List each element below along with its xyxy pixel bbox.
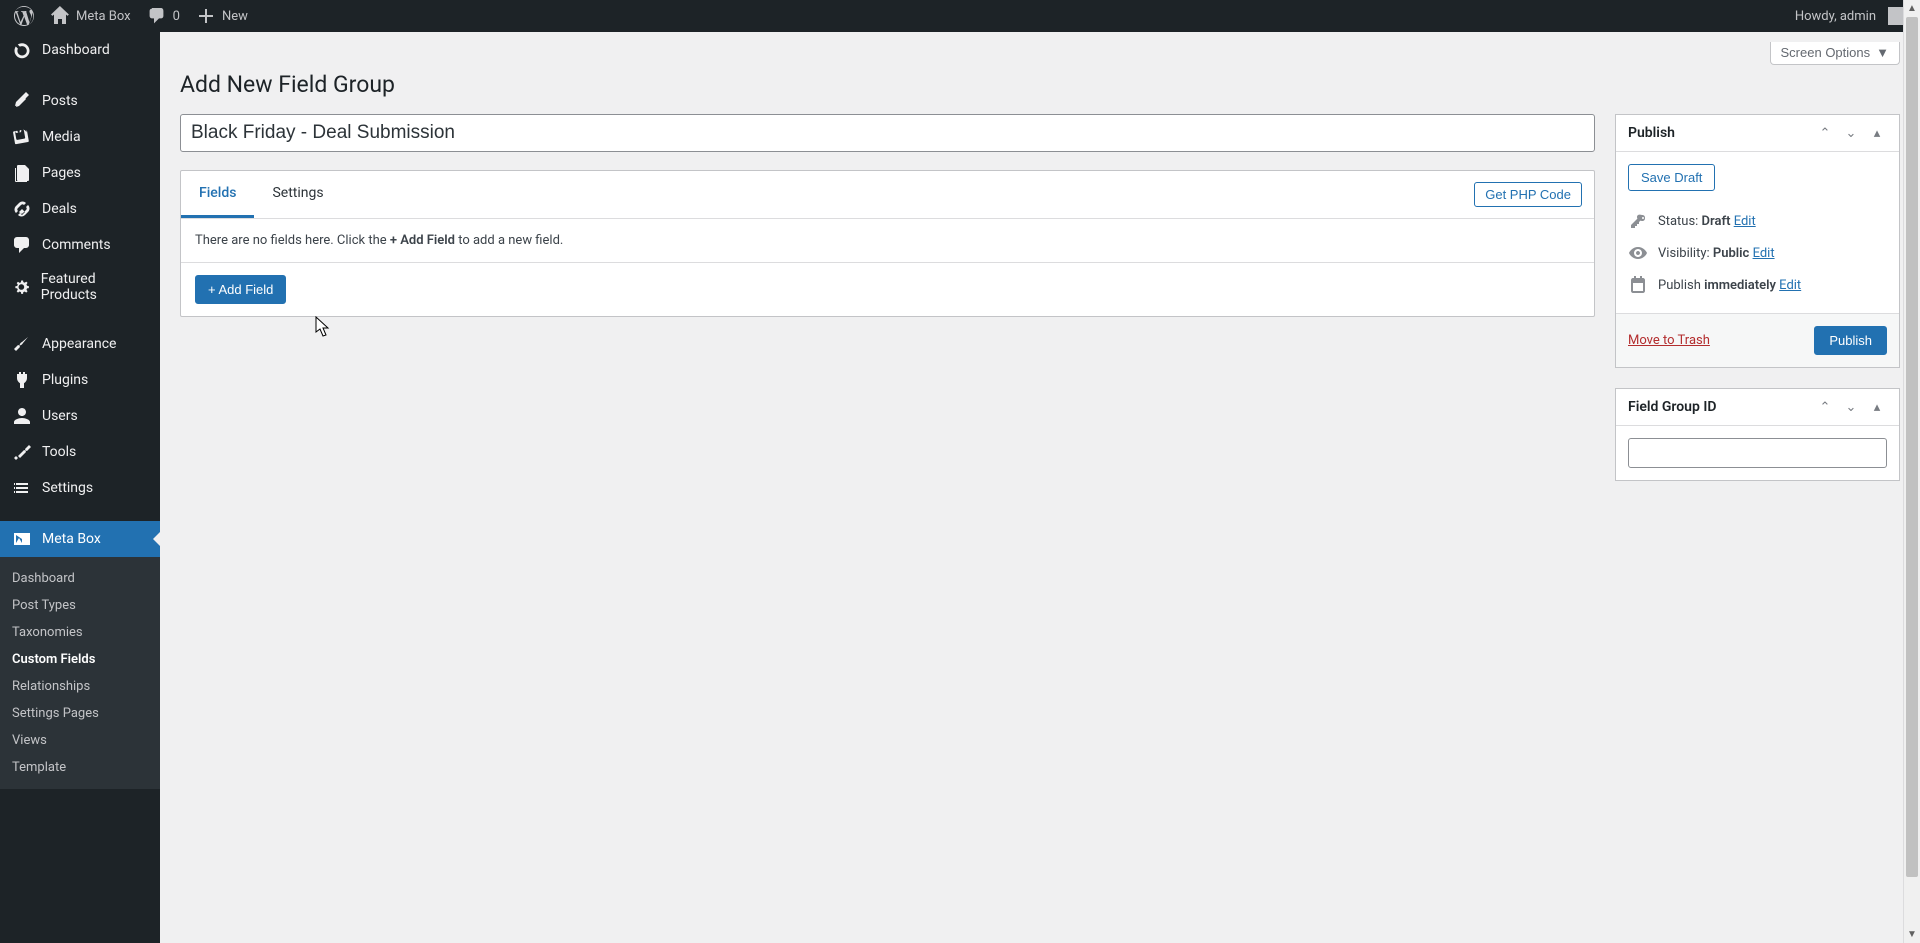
menu-media[interactable]: Media (0, 119, 160, 155)
menu-comments[interactable]: Comments (0, 227, 160, 263)
menu-label: Users (42, 408, 78, 424)
menu-label: Dashboard (42, 42, 110, 58)
scroll-up-arrow-icon[interactable]: ▲ (1904, 0, 1920, 17)
submenu-custom-fields[interactable]: Custom Fields (0, 646, 160, 673)
edit-schedule-link[interactable]: Edit (1779, 278, 1801, 293)
submenu-settings-pages[interactable]: Settings Pages (0, 700, 160, 727)
submenu-taxonomies[interactable]: Taxonomies (0, 619, 160, 646)
save-draft-button[interactable]: Save Draft (1628, 164, 1715, 191)
site-name[interactable]: Meta Box (42, 0, 139, 32)
menu-metabox[interactable]: Meta Box (0, 521, 160, 557)
field-group-title-input[interactable] (180, 114, 1595, 152)
menu-label: Deals (42, 201, 77, 217)
link-icon (12, 199, 32, 219)
pin-icon (12, 91, 32, 111)
menu-appearance[interactable]: Appearance (0, 326, 160, 362)
site-name-text: Meta Box (76, 9, 131, 24)
page-title: Add New Field Group (180, 71, 1900, 98)
edit-status-link[interactable]: Edit (1734, 214, 1756, 229)
admin-sidebar: Dashboard Posts Media Pages Deals Commen… (0, 32, 160, 943)
content-area: Screen Options ▼ Add New Field Group Fie… (160, 0, 1920, 501)
menu-label: Meta Box (42, 531, 101, 547)
empty-fields-message: There are no fields here. Click the + Ad… (181, 219, 1594, 263)
menu-posts[interactable]: Posts (0, 83, 160, 119)
comment-icon (147, 6, 167, 26)
menu-deals[interactable]: Deals (0, 191, 160, 227)
menu-label: Comments (42, 237, 111, 253)
field-group-id-box: Field Group ID ⌃ ⌄ ▴ (1615, 388, 1900, 481)
brush-icon (12, 334, 32, 354)
menu-label: Plugins (42, 372, 88, 388)
edit-visibility-link[interactable]: Edit (1753, 246, 1775, 261)
gear-icon (12, 277, 31, 297)
submenu-post-types[interactable]: Post Types (0, 592, 160, 619)
menu-label: Featured Products (41, 271, 148, 303)
menu-featured-products[interactable]: Featured Products (0, 263, 160, 311)
comment-icon (12, 235, 32, 255)
user-icon (12, 406, 32, 426)
dashboard-icon (12, 40, 32, 60)
menu-dashboard[interactable]: Dashboard (0, 32, 160, 68)
publish-box-title: Publish (1628, 125, 1675, 141)
move-down-icon[interactable]: ⌄ (1841, 400, 1861, 415)
wp-logo[interactable] (6, 0, 42, 32)
menu-label: Posts (42, 93, 78, 109)
menu-pages[interactable]: Pages (0, 155, 160, 191)
admin-bar: Meta Box 0 New Howdy, admin (0, 0, 1920, 32)
tab-settings[interactable]: Settings (254, 171, 341, 218)
key-icon (1628, 211, 1648, 231)
menu-label: Appearance (42, 336, 116, 352)
fields-panel: Fields Settings Get PHP Code There are n… (180, 170, 1595, 317)
menu-plugins[interactable]: Plugins (0, 362, 160, 398)
menu-label: Media (42, 129, 81, 145)
metabox-submenu: Dashboard Post Types Taxonomies Custom F… (0, 557, 160, 789)
add-field-button[interactable]: + Add Field (195, 275, 286, 304)
menu-label: Settings (42, 480, 93, 496)
field-group-id-title: Field Group ID (1628, 399, 1717, 415)
howdy-text: Howdy, admin (1795, 9, 1876, 24)
plus-icon (196, 6, 216, 26)
menu-settings[interactable]: Settings (0, 470, 160, 506)
menu-label: Tools (42, 444, 76, 460)
calendar-icon (1628, 275, 1648, 295)
menu-users[interactable]: Users (0, 398, 160, 434)
screen-options-label: Screen Options (1781, 45, 1871, 60)
move-to-trash-link[interactable]: Move to Trash (1628, 333, 1710, 348)
new-content[interactable]: New (188, 0, 256, 32)
toggle-icon[interactable]: ▴ (1867, 126, 1887, 141)
scrollbar-thumb[interactable] (1906, 17, 1918, 877)
new-label: New (222, 9, 248, 24)
menu-label: Pages (42, 165, 81, 181)
publish-box: Publish ⌃ ⌄ ▴ Save Draft Status: Draft E… (1615, 114, 1900, 368)
move-up-icon[interactable]: ⌃ (1815, 126, 1835, 141)
submenu-template[interactable]: Template (0, 754, 160, 781)
media-icon (12, 127, 32, 147)
submenu-dashboard[interactable]: Dashboard (0, 565, 160, 592)
home-icon (50, 6, 70, 26)
comments-bubble[interactable]: 0 (139, 0, 188, 32)
chevron-down-icon: ▼ (1876, 45, 1889, 60)
screen-options-button[interactable]: Screen Options ▼ (1770, 42, 1900, 65)
plug-icon (12, 370, 32, 390)
scroll-down-arrow-icon[interactable]: ▼ (1904, 926, 1920, 943)
move-down-icon[interactable]: ⌄ (1841, 126, 1861, 141)
submenu-relationships[interactable]: Relationships (0, 673, 160, 700)
tab-fields[interactable]: Fields (181, 171, 254, 218)
get-php-code-button[interactable]: Get PHP Code (1474, 182, 1582, 207)
eye-icon (1628, 243, 1648, 263)
comments-count: 0 (173, 9, 180, 24)
user-greeting[interactable]: Howdy, admin (1787, 0, 1914, 32)
wrench-icon (12, 442, 32, 462)
metabox-icon (12, 529, 32, 549)
pages-icon (12, 163, 32, 183)
page-scrollbar[interactable]: ▲ ▼ (1903, 0, 1920, 943)
publish-button[interactable]: Publish (1814, 326, 1887, 355)
menu-tools[interactable]: Tools (0, 434, 160, 470)
settings-icon (12, 478, 32, 498)
wordpress-icon (14, 6, 34, 26)
submenu-views[interactable]: Views (0, 727, 160, 754)
field-group-id-input[interactable] (1628, 438, 1887, 468)
move-up-icon[interactable]: ⌃ (1815, 400, 1835, 415)
toggle-icon[interactable]: ▴ (1867, 400, 1887, 415)
